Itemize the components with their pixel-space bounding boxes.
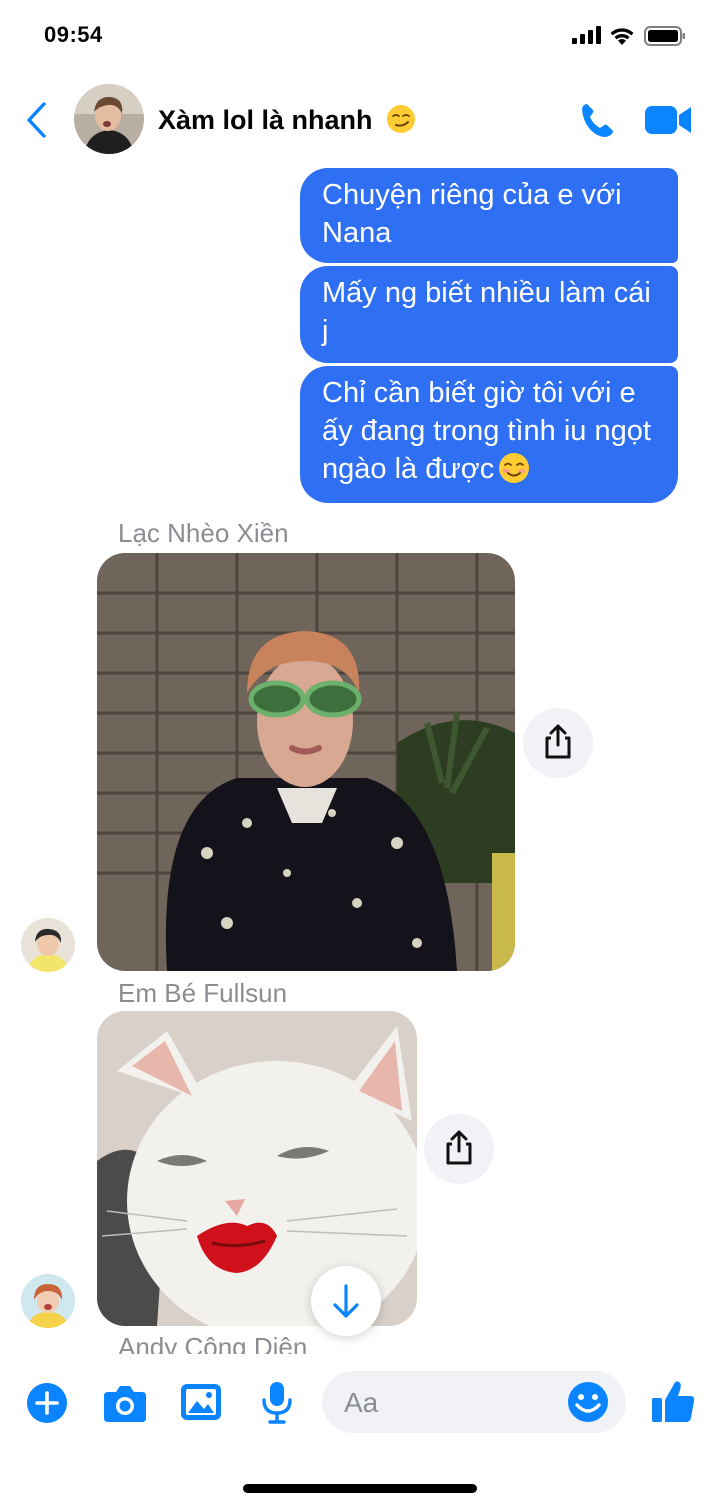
message-text: Chỉ cần biết giờ tôi với e ấy đang trong… xyxy=(322,377,651,485)
outgoing-message-bubble[interactable]: Chuyện riêng của e với Nana xyxy=(300,168,678,263)
blush-emoji-icon xyxy=(499,453,530,483)
sender-name: Lạc Nhèo Xiền xyxy=(118,518,289,548)
sender-name: Andy Công Diện xyxy=(118,1332,308,1354)
scroll-to-bottom-button[interactable] xyxy=(311,1266,381,1336)
status-time: 09:54 xyxy=(44,22,103,47)
emoji-icon[interactable] xyxy=(566,1380,610,1424)
share-icon xyxy=(545,724,571,759)
share-icon xyxy=(446,1130,472,1165)
back-chevron-icon[interactable] xyxy=(24,100,48,140)
wifi-icon xyxy=(610,28,634,45)
sender-avatar[interactable] xyxy=(21,1274,75,1328)
phone-icon[interactable] xyxy=(578,100,618,140)
home-indicator xyxy=(243,1484,477,1493)
battery-icon xyxy=(644,26,685,46)
outgoing-message-bubble[interactable]: Chỉ cần biết giờ tôi với e ấy đang trong… xyxy=(300,366,678,503)
message-text: Mấy ng biết nhiều làm cái j xyxy=(322,277,651,347)
sender-name: Em Bé Fullsun xyxy=(118,978,288,1008)
share-button[interactable] xyxy=(523,708,593,778)
message-text: Chuyện riêng của e với Nana xyxy=(322,179,622,249)
share-button[interactable] xyxy=(424,1114,494,1184)
arrow-down-icon xyxy=(333,1284,359,1318)
plus-icon[interactable] xyxy=(26,1382,68,1424)
outgoing-message-bubble[interactable]: Mấy ng biết nhiều làm cái j xyxy=(300,266,678,363)
group-avatar[interactable] xyxy=(74,84,144,154)
smirk-emoji-icon xyxy=(387,105,416,133)
camera-icon[interactable] xyxy=(102,1382,148,1424)
gallery-icon[interactable] xyxy=(180,1381,222,1423)
thumbs-up-icon[interactable] xyxy=(650,1378,696,1424)
chat-title[interactable]: Xàm lol là nhanh xyxy=(158,104,416,136)
sender-avatar[interactable] xyxy=(21,918,75,972)
chat-title-text: Xàm lol là nhanh xyxy=(158,105,373,135)
video-icon[interactable] xyxy=(644,102,692,138)
cellular-signal-icon xyxy=(572,26,601,44)
microphone-icon[interactable] xyxy=(260,1380,294,1424)
message-input-placeholder: Aa xyxy=(344,1387,379,1418)
photo-message[interactable] xyxy=(97,553,515,971)
